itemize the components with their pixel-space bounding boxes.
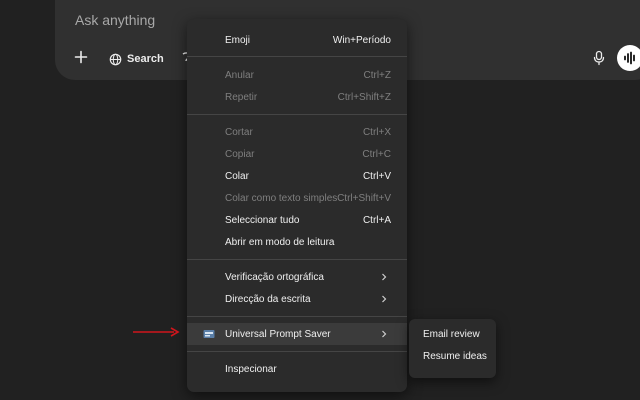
globe-icon xyxy=(109,53,122,65)
chevron-right-icon xyxy=(382,330,387,338)
menu-item-reading-mode[interactable]: Abrir em modo de leitura xyxy=(187,231,407,253)
menu-item-shortcut: Ctrl+V xyxy=(362,170,391,182)
add-attachment-button[interactable] xyxy=(73,49,89,65)
menu-item-paste[interactable]: Colar Ctrl+V xyxy=(187,165,407,187)
menu-item-label: Copiar xyxy=(225,148,255,160)
menu-item-label: Direcção da escrita xyxy=(225,293,311,305)
menu-item-select-all[interactable]: Seleccionar tudo Ctrl+A xyxy=(187,209,407,231)
voice-mode-button[interactable] xyxy=(617,45,640,71)
menu-item-cut[interactable]: Cortar Ctrl+X xyxy=(187,121,407,143)
submenu-item-resume-ideas[interactable]: Resume ideas xyxy=(423,351,487,362)
chevron-right-icon xyxy=(382,273,387,281)
menu-item-shortcut: Ctrl+X xyxy=(362,126,391,138)
menu-item-shortcut: Ctrl+Shift+V xyxy=(337,192,391,204)
menu-separator xyxy=(187,56,407,57)
menu-separator xyxy=(187,316,407,317)
extension-icon xyxy=(203,330,215,338)
prompt-saver-submenu: Email review Resume ideas xyxy=(409,319,496,378)
menu-item-shortcut: Win+Período xyxy=(332,34,391,46)
plus-icon xyxy=(74,50,88,64)
microphone-icon xyxy=(593,50,605,66)
chevron-right-icon xyxy=(382,295,387,303)
search-button-label: Search xyxy=(127,53,164,65)
menu-item-writing-direction[interactable]: Direcção da escrita xyxy=(187,288,407,310)
menu-item-universal-prompt-saver[interactable]: Universal Prompt Saver xyxy=(187,323,407,345)
prompt-input[interactable]: Ask anything xyxy=(75,12,155,28)
menu-item-shortcut: Ctrl+Z xyxy=(363,69,392,81)
menu-item-shortcut: Ctrl+Shift+Z xyxy=(337,91,391,103)
search-button[interactable]: Search xyxy=(109,49,164,69)
menu-item-paste-plain-text[interactable]: Colar como texto simples Ctrl+Shift+V xyxy=(187,187,407,209)
menu-item-label: Repetir xyxy=(225,91,258,103)
menu-item-inspect[interactable]: Inspecionar xyxy=(187,358,407,380)
menu-item-label: Cortar xyxy=(225,126,253,138)
menu-item-spell-check[interactable]: Verificação ortográfica xyxy=(187,266,407,288)
menu-separator xyxy=(187,351,407,352)
dictate-button[interactable] xyxy=(592,50,606,66)
menu-separator xyxy=(187,259,407,260)
menu-item-label: Emoji xyxy=(225,34,251,46)
menu-item-copy[interactable]: Copiar Ctrl+C xyxy=(187,143,407,165)
menu-item-label: Abrir em modo de leitura xyxy=(225,236,335,248)
menu-item-shortcut: Ctrl+C xyxy=(362,148,391,160)
menu-item-label: Inspecionar xyxy=(225,363,277,375)
submenu-item-email-review[interactable]: Email review xyxy=(423,329,480,340)
menu-item-label: Colar como texto simples xyxy=(225,192,338,204)
context-menu: Emoji Win+Período Anular Ctrl+Z Repetir … xyxy=(187,19,407,392)
waveform-icon xyxy=(624,51,635,65)
menu-item-label: Seleccionar tudo xyxy=(225,214,300,226)
menu-item-label: Universal Prompt Saver xyxy=(225,328,331,340)
menu-separator xyxy=(187,114,407,115)
menu-item-label: Anular xyxy=(225,69,254,81)
menu-item-label: Colar xyxy=(225,170,249,182)
annotation-arrow-icon xyxy=(133,327,180,337)
menu-item-shortcut: Ctrl+A xyxy=(362,214,391,226)
menu-item-label: Verificação ortográfica xyxy=(225,271,324,283)
menu-item-undo[interactable]: Anular Ctrl+Z xyxy=(187,64,407,86)
menu-item-emoji[interactable]: Emoji Win+Período xyxy=(187,29,407,51)
menu-item-redo[interactable]: Repetir Ctrl+Shift+Z xyxy=(187,86,407,108)
